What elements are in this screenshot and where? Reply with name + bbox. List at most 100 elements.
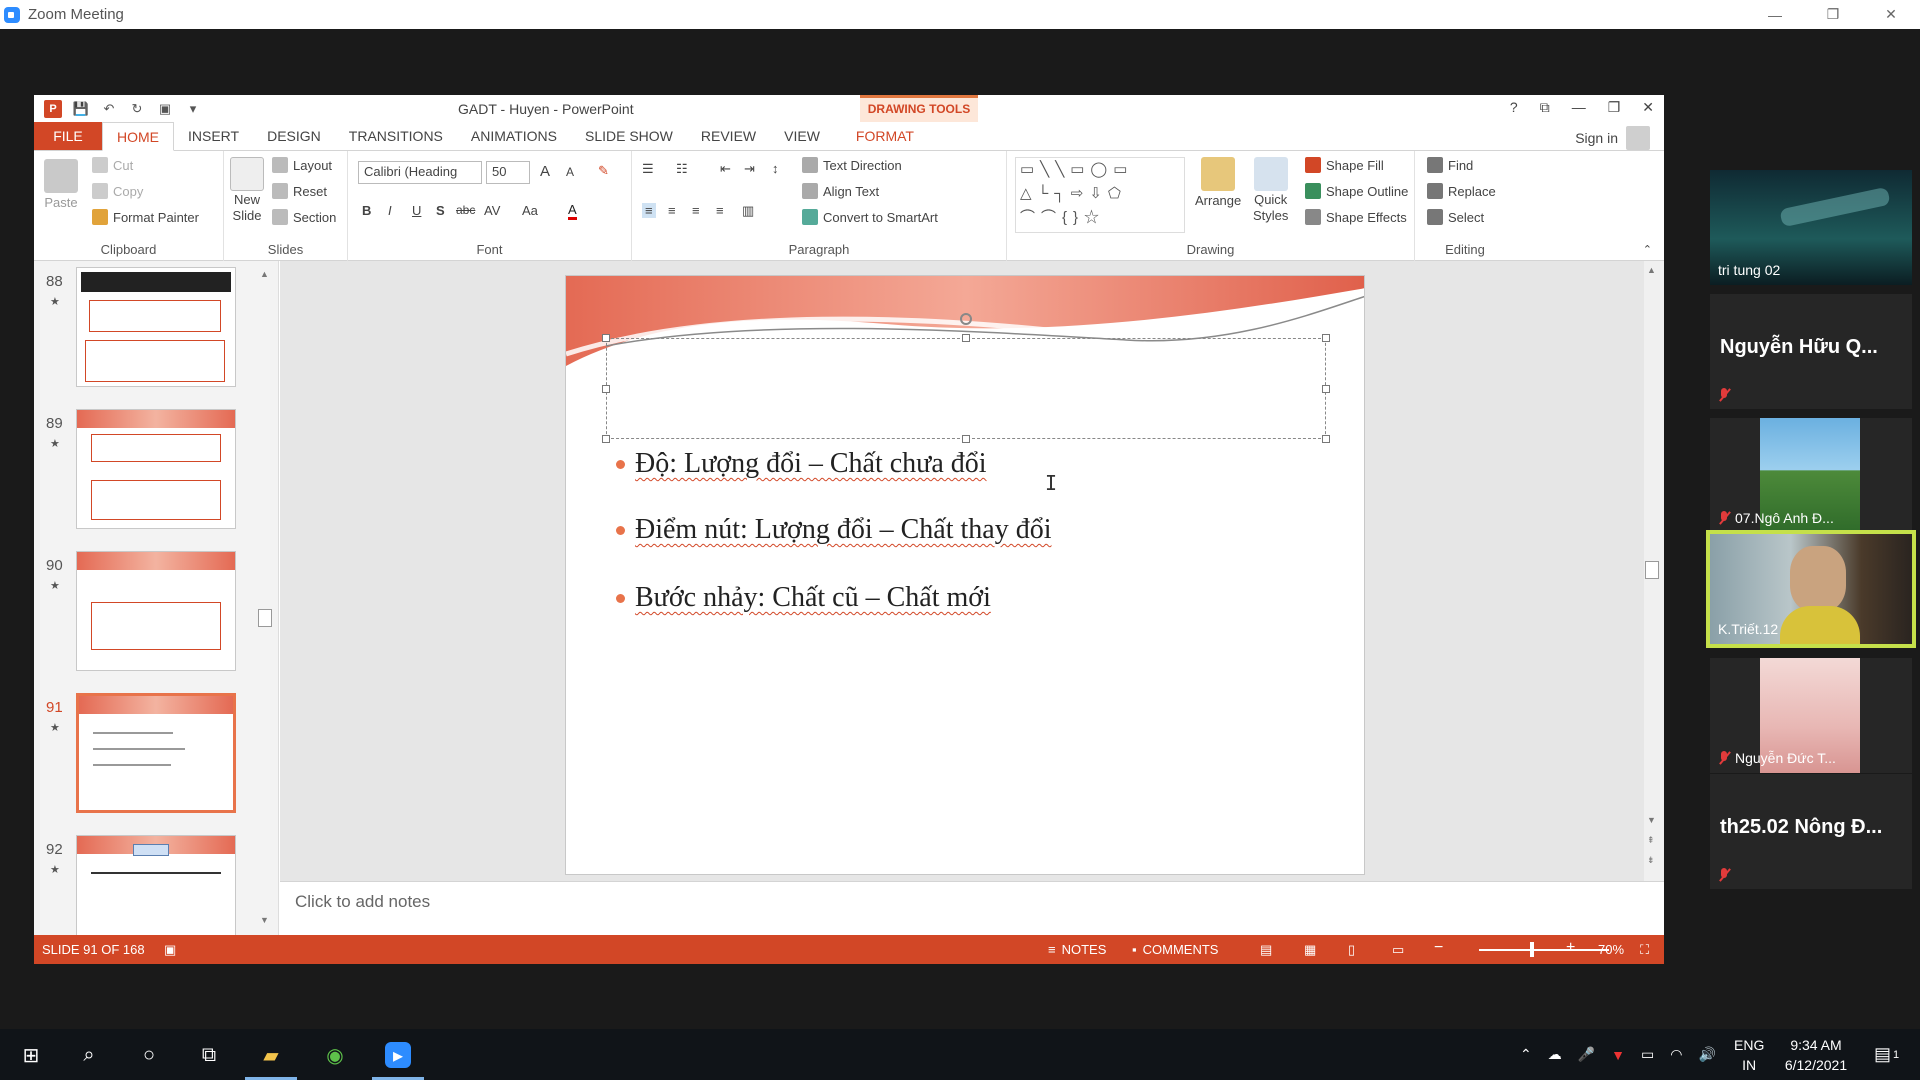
tab-format[interactable]: FORMAT <box>842 122 928 150</box>
bullets-icon[interactable]: ☰ <box>642 161 654 177</box>
zoom-app-icon[interactable]: ▸ <box>385 1042 411 1068</box>
participant-tile[interactable]: th25.02 Nông Đ... <box>1710 774 1912 889</box>
tab-design[interactable]: DESIGN <box>253 122 335 150</box>
account-avatar[interactable] <box>1626 126 1650 150</box>
bullet-item[interactable]: Bước nhảy: Chất cũ – Chất mới <box>616 582 991 614</box>
redo-icon[interactable]: ↻ <box>128 100 146 118</box>
shrink-font-button[interactable]: A <box>566 165 574 179</box>
tab-view[interactable]: VIEW <box>770 122 834 150</box>
thumbnail-row[interactable]: 90 ★ <box>34 549 278 674</box>
resize-handle[interactable] <box>962 435 970 443</box>
participant-tile[interactable]: tri tung 02 <box>1710 170 1912 285</box>
increase-indent-icon[interactable]: ⇥ <box>744 161 755 177</box>
clock[interactable]: 9:34 AM 6/12/2021 <box>1776 1029 1856 1080</box>
char-spacing-button[interactable]: AV <box>484 203 500 218</box>
resize-handle[interactable] <box>602 334 610 342</box>
align-text-button[interactable]: Align Text <box>802 183 879 199</box>
start-from-beginning-icon[interactable]: ▣ <box>156 100 174 118</box>
zoom-level[interactable]: 70% <box>1598 942 1624 957</box>
arrange-button[interactable]: Arrange <box>1195 157 1241 208</box>
replace-button[interactable]: Replace <box>1427 183 1496 199</box>
browser-icon[interactable]: ◉ <box>322 1042 348 1068</box>
copy-button[interactable]: Copy <box>92 183 143 199</box>
convert-smartart-button[interactable]: Convert to SmartArt <box>802 209 938 225</box>
thumbnail-row[interactable]: 89 ★ <box>34 407 278 532</box>
thumbnails-scrollbar[interactable]: ▲ ▼ <box>257 269 273 929</box>
participant-tile[interactable]: 07.Ngô Anh Đ... <box>1710 418 1912 533</box>
help-button[interactable]: ? <box>1510 99 1518 116</box>
justify-icon[interactable]: ≡ <box>716 203 724 218</box>
participant-tile[interactable]: Nguyễn Đức T... <box>1710 658 1912 773</box>
notes-pane[interactable]: Click to add notes <box>280 881 1664 921</box>
resize-handle[interactable] <box>602 435 610 443</box>
resize-handle[interactable] <box>1322 385 1330 393</box>
previous-slide-icon[interactable]: ⇞ <box>1647 835 1655 846</box>
find-button[interactable]: Find <box>1427 157 1473 173</box>
undo-icon[interactable]: ↶ <box>100 100 118 118</box>
text-direction-button[interactable]: Text Direction <box>802 157 902 173</box>
italic-button[interactable]: I <box>388 203 392 218</box>
current-slide[interactable]: Độ: Lượng đổi – Chất chưa đổi Điểm nút: … <box>565 275 1365 875</box>
format-painter-button[interactable]: Format Painter <box>92 209 199 225</box>
font-size-combo[interactable]: 50 <box>486 161 530 184</box>
windows-start-icon[interactable]: ⊞ <box>18 1042 44 1068</box>
zoom-slider-knob[interactable] <box>1530 942 1534 957</box>
line-spacing-icon[interactable]: ↕ <box>772 161 779 176</box>
next-slide-icon[interactable]: ⇟ <box>1647 855 1655 866</box>
slideshow-view-icon[interactable]: ▭ <box>1392 942 1404 958</box>
comments-toggle-button[interactable]: ▪ COMMENTS <box>1132 942 1218 957</box>
ppt-close-button[interactable]: ✕ <box>1642 99 1654 116</box>
align-left-icon[interactable]: ≡ <box>642 203 656 218</box>
resize-handle[interactable] <box>602 385 610 393</box>
tab-animations[interactable]: ANIMATIONS <box>457 122 571 150</box>
antivirus-icon[interactable]: ▼ <box>1611 1047 1625 1063</box>
resize-handle[interactable] <box>1322 435 1330 443</box>
fit-to-window-icon[interactable]: ⛶ <box>1640 942 1649 958</box>
onedrive-icon[interactable]: ☁ <box>1548 1046 1562 1063</box>
thumbnail-row[interactable]: 92 ★ <box>34 833 278 935</box>
cortana-icon[interactable]: ○ <box>136 1042 162 1068</box>
bullet-item[interactable]: Độ: Lượng đổi – Chất chưa đổi <box>616 448 987 480</box>
normal-view-icon[interactable]: ▤ <box>1260 942 1272 958</box>
ribbon-display-options-button[interactable]: ⧉ <box>1540 99 1550 116</box>
clear-formatting-icon[interactable]: ✎ <box>598 163 609 179</box>
change-case-button[interactable]: Aa <box>522 203 538 218</box>
strikethrough-button[interactable]: abc <box>456 203 475 217</box>
notes-toggle-button[interactable]: ≡ NOTES <box>1048 942 1106 957</box>
shapes-gallery[interactable]: ▭╲╲▭◯▭ △└┐⇨⇩⬠ ⌒⌒{}☆ <box>1015 157 1185 233</box>
search-icon[interactable]: ⌕ <box>76 1042 102 1068</box>
tab-review[interactable]: REVIEW <box>687 122 770 150</box>
tab-transitions[interactable]: TRANSITIONS <box>335 122 457 150</box>
align-center-icon[interactable]: ≡ <box>668 203 676 218</box>
slide-thumbnail[interactable] <box>76 409 236 529</box>
customize-qat-icon[interactable]: ▾ <box>184 100 202 118</box>
section-button[interactable]: Section <box>272 209 336 225</box>
zoom-out-button[interactable]: − <box>1434 939 1443 957</box>
notes-placeholder[interactable]: Click to add notes <box>295 892 430 912</box>
tab-file[interactable]: FILE <box>34 122 102 150</box>
reading-view-icon[interactable]: ▯ <box>1348 942 1355 958</box>
thumbnail-row[interactable]: 88 ★ <box>34 265 278 390</box>
tab-home[interactable]: HOME <box>102 122 174 151</box>
collapse-ribbon-icon[interactable]: ⌃ <box>1643 243 1652 256</box>
wifi-icon[interactable]: ◠ <box>1670 1046 1682 1063</box>
slide-sorter-icon[interactable]: ▦ <box>1304 942 1316 958</box>
ppt-minimize-button[interactable]: — <box>1572 99 1586 116</box>
shape-effects-button[interactable]: Shape Effects <box>1305 209 1407 225</box>
zoom-restore-button[interactable]: ❐ <box>1804 0 1862 29</box>
scroll-down-icon[interactable]: ▼ <box>260 915 269 925</box>
underline-button[interactable]: U <box>412 203 421 218</box>
zoom-in-button[interactable]: + <box>1566 939 1575 957</box>
zoom-minimize-button[interactable]: — <box>1746 0 1804 29</box>
numbering-icon[interactable]: ☷ <box>676 161 688 177</box>
file-explorer-icon[interactable]: ▰ <box>258 1042 284 1068</box>
bold-button[interactable]: B <box>362 203 371 218</box>
zoom-slider-track[interactable] <box>1479 949 1609 951</box>
slide-thumbnail[interactable] <box>76 835 236 935</box>
new-slide-button[interactable]: New Slide <box>230 157 264 223</box>
task-view-icon[interactable]: ⧉ <box>196 1042 222 1068</box>
resize-handle[interactable] <box>962 334 970 342</box>
select-button[interactable]: Select <box>1427 209 1484 225</box>
spell-check-icon[interactable]: ▣ <box>164 942 176 958</box>
tab-slide-show[interactable]: SLIDE SHOW <box>571 122 687 150</box>
